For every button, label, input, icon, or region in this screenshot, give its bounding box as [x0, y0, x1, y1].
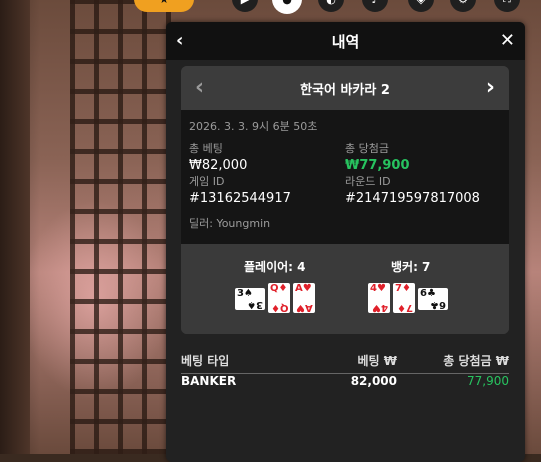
player-card: 3♠ 3♠	[235, 288, 265, 310]
round-date: 2026. 3. 3. 9시 6분 50초	[189, 120, 318, 133]
row-bet-type: BANKER	[181, 374, 237, 388]
card-rank-suit: 3♠	[237, 288, 253, 299]
next-round-icon[interactable]: ›	[486, 75, 495, 100]
col-bet-amount: 베팅 ₩	[357, 354, 398, 368]
round-details: 2026. 3. 3. 9시 6분 50초 총 베팅 총 당첨금 ₩82,000…	[181, 110, 509, 244]
background-edge	[0, 0, 30, 454]
game-id-label: 게임 ID	[189, 175, 225, 188]
col-bet-type: 베팅 타입	[181, 354, 230, 368]
player-card: A♥ A♥	[293, 283, 315, 313]
back-icon[interactable]: ‹	[176, 30, 183, 51]
banker-card: 4♥ 4♥	[368, 283, 390, 313]
bets-table-header: 베팅 타입 베팅 ₩ 총 당첨금 ₩	[181, 352, 509, 374]
player-cards: 3♠ 3♠ Q♦ Q♦ A♥ A♥	[235, 283, 315, 313]
row-bet-amount: 82,000	[350, 374, 397, 388]
round-id-value: #214719597817008	[345, 191, 480, 206]
card-rank-suit: Q♦	[270, 302, 288, 313]
game-name: 한국어 바카라 2	[300, 82, 390, 98]
total-win-label: 총 당첨금	[345, 142, 389, 155]
card-rank-suit: 4♥	[370, 283, 386, 294]
table-row: BANKER 82,000 77,900	[181, 374, 509, 388]
card-rank-suit: A♥	[296, 302, 313, 313]
topbar-badge[interactable]: ★	[134, 0, 194, 12]
game-id-value: #13162544917	[189, 191, 291, 206]
panel-title: 내역	[331, 32, 360, 51]
round-id-label: 라운드 ID	[345, 175, 391, 188]
card-rank-suit: A♥	[295, 283, 312, 294]
game-navigator: ‹ 한국어 바카라 2 ›	[181, 66, 509, 110]
total-win-value: ₩77,900	[345, 158, 410, 173]
banker-card: 7♦ 7♦	[393, 283, 415, 313]
row-total-win: 77,900	[467, 374, 509, 388]
banker-score: 뱅커: 7	[391, 260, 431, 274]
close-icon[interactable]: ✕	[500, 30, 515, 51]
card-rank-suit: 6♣	[430, 299, 446, 310]
player-score: 플레이어: 4	[244, 260, 306, 274]
player-card: Q♦ Q♦	[268, 283, 290, 313]
total-bet-value: ₩82,000	[189, 158, 248, 173]
prev-round-icon[interactable]: ‹	[195, 75, 204, 100]
col-total-win: 총 당첨금 ₩	[443, 354, 509, 368]
card-rank-suit: 3♠	[247, 299, 263, 310]
card-rank-suit: 7♦	[395, 283, 411, 294]
total-bet-label: 총 베팅	[189, 142, 223, 155]
card-rank-suit: 4♥	[372, 302, 388, 313]
background-lattice	[70, 0, 180, 454]
card-rank-suit: Q♦	[270, 283, 288, 294]
card-rank-suit: 6♣	[420, 288, 436, 299]
round-card: ‹ 한국어 바카라 2 › 2026. 3. 3. 9시 6분 50초 총 베팅…	[181, 66, 509, 334]
dealer-name: 딜러: Youngmin	[189, 217, 271, 230]
card-rank-suit: 7♦	[397, 302, 413, 313]
history-panel: ‹ 내역 ✕ ‹ 한국어 바카라 2 › 2026. 3. 3. 9시 6분 5…	[166, 22, 525, 462]
panel-header: ‹ 내역 ✕	[166, 22, 525, 60]
banker-cards: 4♥ 4♥ 7♦ 7♦ 6♣ 6♣	[368, 283, 448, 313]
banker-card: 6♣ 6♣	[418, 288, 448, 310]
round-result: 플레이어: 4 뱅커: 7 3♠ 3♠ Q♦ Q♦ A♥ A♥ 4♥ 4♥ 7♦ 7♦ 6♣ 6♣	[181, 244, 509, 334]
